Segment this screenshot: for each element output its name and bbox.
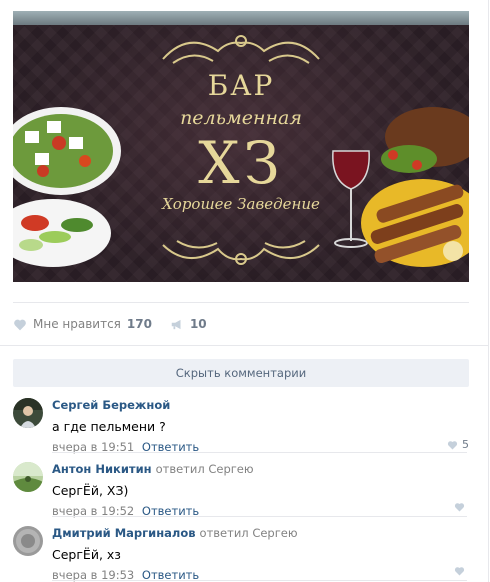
- avatar[interactable]: [13, 398, 43, 428]
- comment-like-button[interactable]: [454, 502, 469, 512]
- divider: [13, 302, 469, 303]
- megaphone-icon: [171, 319, 181, 329]
- like-label: Мне нравится: [33, 317, 121, 331]
- comment-text: СергЁй, хз: [52, 547, 121, 562]
- comment-author[interactable]: Антон Никитин ответил Сергею: [52, 462, 469, 476]
- post-card: БАР пельменная ХЗ Хорошее Заведение Мне …: [0, 0, 489, 582]
- banner-heading: БАР: [207, 69, 275, 102]
- comment-like-button[interactable]: 5: [447, 438, 469, 451]
- replied-to: ответил Сергею: [199, 526, 298, 540]
- banner-big-letters: ХЗ: [198, 129, 284, 197]
- comment-author[interactable]: Дмитрий Маргиналов ответил Сергею: [52, 526, 469, 540]
- replied-to: ответил Сергею: [155, 462, 254, 476]
- heart-icon: [454, 567, 465, 576]
- comment-like-button[interactable]: [454, 566, 469, 576]
- comment: Сергей Бережной а где пельмени ? вчера в…: [13, 398, 469, 458]
- hide-comments-button[interactable]: Скрыть комментарии: [13, 359, 469, 387]
- share-count: 10: [189, 317, 207, 331]
- share-button[interactable]: 10: [170, 317, 207, 331]
- avatar[interactable]: [13, 526, 43, 556]
- actions-divider: [0, 345, 489, 346]
- post-actions: Мне нравится 170 10: [13, 313, 225, 335]
- post-photo[interactable]: БАР пельменная ХЗ Хорошее Заведение: [13, 11, 469, 282]
- like-button[interactable]: Мне нравится 170: [13, 317, 152, 331]
- banner-subheading: пельменная: [180, 107, 302, 129]
- heart-icon: [454, 503, 465, 512]
- heart-icon: [447, 440, 458, 450]
- comment-like-count: 5: [462, 438, 469, 451]
- comment-divider: [52, 516, 467, 517]
- comment-author[interactable]: Сергей Бережной: [52, 398, 469, 412]
- comment: Дмитрий Маргиналов ответил Сергею СергЁй…: [13, 526, 469, 582]
- comment-text: СергЁй, ХЗ): [52, 483, 129, 498]
- comment-text: а где пельмени ?: [52, 419, 166, 434]
- comment: Антон Никитин ответил Сергею СергЁй, ХЗ)…: [13, 462, 469, 522]
- comment-divider: [52, 452, 467, 453]
- like-count: 170: [126, 317, 152, 331]
- comment-divider: [52, 580, 467, 581]
- avatar[interactable]: [13, 462, 43, 492]
- banner-motto: Хорошее Заведение: [162, 195, 320, 213]
- heart-icon: [14, 319, 26, 330]
